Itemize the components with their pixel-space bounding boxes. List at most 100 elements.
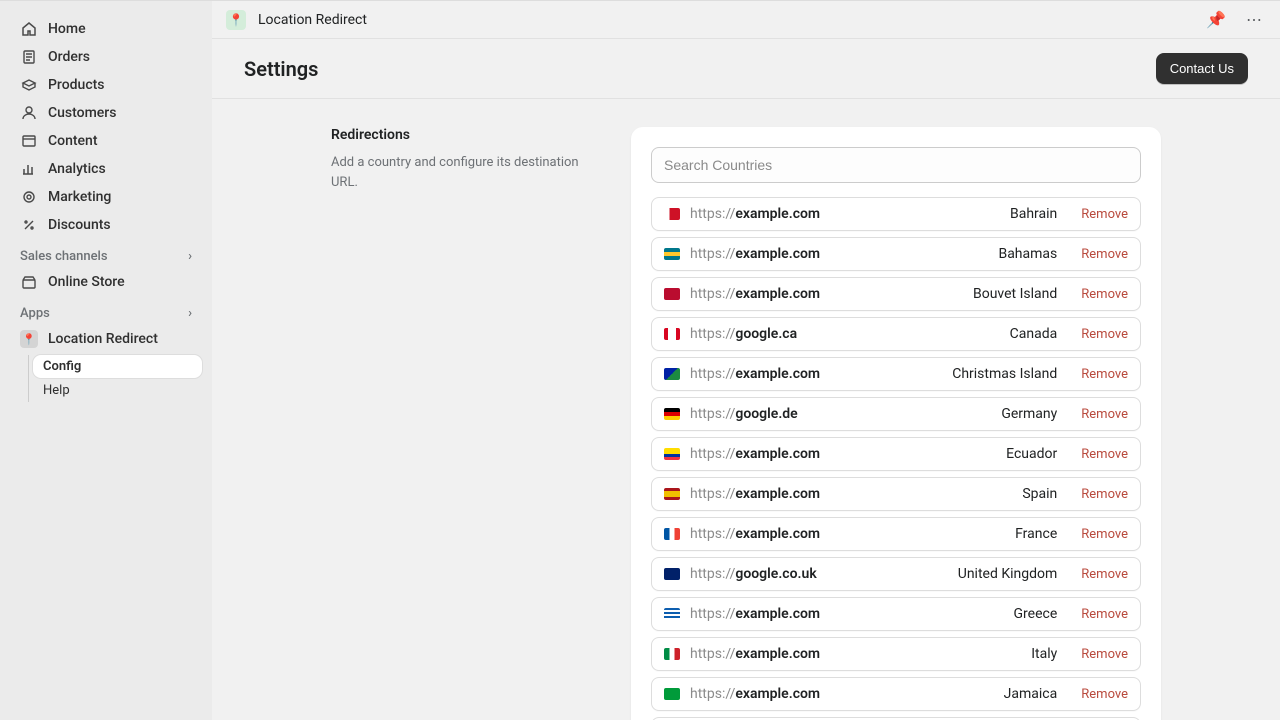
section-sales-channels[interactable]: Sales channels › bbox=[10, 241, 202, 266]
remove-button[interactable]: Remove bbox=[1081, 367, 1128, 382]
country-name: Germany bbox=[1001, 406, 1057, 422]
app-name-label: Location Redirect bbox=[48, 331, 158, 347]
flag-icon bbox=[664, 208, 680, 220]
remove-button[interactable]: Remove bbox=[1081, 407, 1128, 422]
remove-button[interactable]: Remove bbox=[1081, 207, 1128, 222]
nav-sub-help[interactable]: Help bbox=[33, 379, 202, 402]
nav-sub-config[interactable]: Config bbox=[33, 355, 202, 378]
products-icon bbox=[20, 76, 38, 94]
chevron-right-icon: › bbox=[188, 249, 192, 264]
app-icon: 📍 bbox=[226, 10, 246, 30]
app-title: Location Redirect bbox=[258, 12, 367, 28]
redirect-entry[interactable]: https://google.co.uk United Kingdom Remove bbox=[651, 557, 1141, 591]
redirect-url: https://google.de bbox=[690, 406, 981, 422]
redirect-entry[interactable]: https://example.comGreeceRemove bbox=[651, 597, 1141, 631]
redirect-url: https://example.com bbox=[690, 526, 995, 542]
redirect-entry[interactable]: https://example.comItalyRemove bbox=[651, 637, 1141, 671]
nav-online-store[interactable]: Online Store bbox=[10, 268, 202, 296]
nav-label: Analytics bbox=[48, 161, 106, 177]
store-icon bbox=[20, 273, 38, 291]
remove-button[interactable]: Remove bbox=[1081, 487, 1128, 502]
more-icon[interactable]: ⋯ bbox=[1242, 8, 1266, 31]
redirections-card: https://example.comBahrainRemovehttps://… bbox=[631, 127, 1161, 720]
country-name: Christmas Island bbox=[952, 366, 1057, 382]
redirect-url: https://example.com bbox=[690, 446, 986, 462]
section-description: Add a country and configure its destinat… bbox=[331, 153, 601, 192]
marketing-icon bbox=[20, 188, 38, 206]
nav-analytics[interactable]: Analytics bbox=[10, 155, 202, 183]
nav-products[interactable]: Products bbox=[10, 71, 202, 99]
country-name: Italy bbox=[1031, 646, 1057, 662]
nav-label: Customers bbox=[48, 105, 116, 121]
country-name: Bahrain bbox=[1010, 206, 1057, 222]
flag-icon bbox=[664, 648, 680, 660]
country-name: Greece bbox=[1014, 606, 1058, 622]
flag-icon bbox=[664, 688, 680, 700]
flag-icon bbox=[664, 528, 680, 540]
section-apps[interactable]: Apps › bbox=[10, 298, 202, 323]
redirect-url: https://example.com bbox=[690, 486, 1002, 502]
flag-icon bbox=[664, 248, 680, 260]
redirect-entry[interactable]: https://example.comSpainRemove bbox=[651, 477, 1141, 511]
flag-icon bbox=[664, 608, 680, 620]
online-store-label: Online Store bbox=[48, 274, 125, 290]
nav-orders[interactable]: Orders bbox=[10, 43, 202, 71]
contact-us-button[interactable]: Contact Us bbox=[1156, 53, 1248, 84]
redirect-entry[interactable]: https://example.com Bahrain Remove bbox=[651, 197, 1141, 231]
nav-customers[interactable]: Customers bbox=[10, 99, 202, 127]
nav-home[interactable]: Home bbox=[10, 15, 202, 43]
analytics-icon bbox=[20, 160, 38, 178]
flag-icon bbox=[664, 408, 680, 420]
remove-button[interactable]: Remove bbox=[1081, 447, 1128, 462]
remove-button[interactable]: Remove bbox=[1081, 247, 1128, 262]
redirect-url: https://example.com bbox=[690, 246, 978, 262]
redirect-url: https://example.com bbox=[690, 206, 990, 222]
country-name: Bahamas bbox=[998, 246, 1057, 262]
flag-icon bbox=[664, 488, 680, 500]
nav-app-location-redirect[interactable]: 📍 Location Redirect bbox=[10, 325, 202, 353]
redirect-entry[interactable]: https://example.comFranceRemove bbox=[651, 517, 1141, 551]
nav-marketing[interactable]: Marketing bbox=[10, 183, 202, 211]
apps-label: Apps bbox=[20, 306, 50, 321]
sidebar: HomeOrdersProducts Customers Content Analyt… bbox=[0, 1, 212, 720]
flag-icon bbox=[664, 568, 680, 580]
app-icon: 📍 bbox=[20, 330, 38, 348]
redirect-url: https://google.ca bbox=[690, 326, 990, 342]
remove-button[interactable]: Remove bbox=[1081, 647, 1128, 662]
redirect-entry[interactable]: https://google.de Germany Remove bbox=[651, 397, 1141, 431]
flag-icon bbox=[664, 288, 680, 300]
nav-label: Discounts bbox=[48, 217, 111, 233]
remove-button[interactable]: Remove bbox=[1081, 287, 1128, 302]
redirect-url: https://example.com bbox=[690, 366, 932, 382]
nav-discounts[interactable]: Discounts bbox=[10, 211, 202, 239]
country-name: Jamaica bbox=[1004, 686, 1058, 702]
discounts-icon bbox=[20, 216, 38, 234]
flag-icon bbox=[664, 448, 680, 460]
redirect-entry[interactable]: https://example.com Christmas Island Remov… bbox=[651, 357, 1141, 391]
redirect-entry[interactable]: https://example.comJamaicaRemove bbox=[651, 677, 1141, 711]
country-name: Ecuador bbox=[1006, 446, 1057, 462]
remove-button[interactable]: Remove bbox=[1081, 567, 1128, 582]
chevron-right-icon: › bbox=[188, 306, 192, 321]
nav-label: Marketing bbox=[48, 189, 111, 205]
content-icon bbox=[20, 132, 38, 150]
redirect-entry[interactable]: https://example.com Ecuador Remove bbox=[651, 437, 1141, 471]
remove-button[interactable]: Remove bbox=[1081, 607, 1128, 622]
search-countries-input[interactable] bbox=[651, 147, 1141, 183]
remove-button[interactable]: Remove bbox=[1081, 687, 1128, 702]
pin-icon[interactable]: 📌 bbox=[1202, 8, 1230, 31]
flag-icon bbox=[664, 328, 680, 340]
redirect-url: https://example.com bbox=[690, 286, 953, 302]
customers-icon bbox=[20, 104, 38, 122]
sales-channels-label: Sales channels bbox=[20, 249, 108, 264]
redirect-url: https://google.co.uk bbox=[690, 566, 938, 582]
redirect-entry[interactable]: https://google.caCanadaRemove bbox=[651, 317, 1141, 351]
nav-content[interactable]: Content bbox=[10, 127, 202, 155]
redirect-entry[interactable]: https://example.comBouvet IslandRemove bbox=[651, 277, 1141, 311]
country-name: United Kingdom bbox=[958, 566, 1058, 582]
redirect-entry[interactable]: https://example.com Bahamas Remove bbox=[651, 237, 1141, 271]
remove-button[interactable]: Remove bbox=[1081, 327, 1128, 342]
home-icon bbox=[20, 20, 38, 38]
orders-icon bbox=[20, 48, 38, 66]
remove-button[interactable]: Remove bbox=[1081, 527, 1128, 542]
